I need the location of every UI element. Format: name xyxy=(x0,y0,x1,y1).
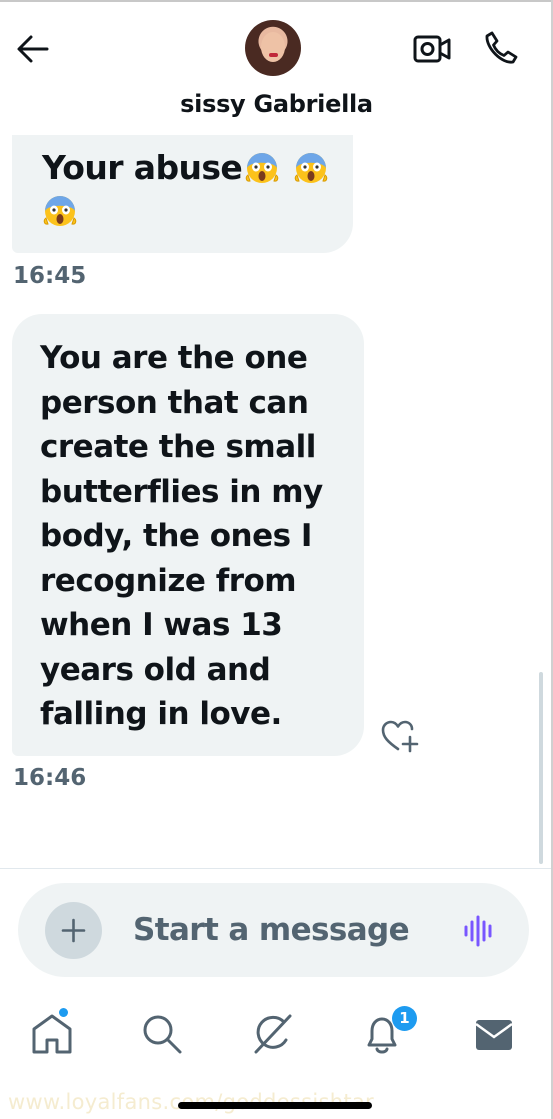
add-media-button[interactable] xyxy=(45,902,102,959)
avatar-lips xyxy=(269,53,278,57)
face-screaming-emoji-icon xyxy=(42,192,78,228)
arrow-left-icon xyxy=(17,35,49,63)
notifications-badge: 1 xyxy=(392,1006,417,1031)
message-bubble[interactable]: You are the one person that can create t… xyxy=(12,314,364,756)
back-button[interactable] xyxy=(14,30,52,68)
unread-dot xyxy=(59,1008,68,1017)
conversation-header: sissy Gabriella xyxy=(0,0,553,135)
search-icon xyxy=(143,1015,182,1054)
scrollbar[interactable] xyxy=(539,672,543,864)
nav-messages[interactable] xyxy=(466,1008,518,1060)
voice-waveform-icon xyxy=(464,915,492,947)
heart-plus-icon xyxy=(381,720,419,753)
add-reaction-button[interactable] xyxy=(380,718,420,754)
video-call-icon xyxy=(413,35,451,63)
message-timestamp: 16:46 xyxy=(13,765,87,791)
home-indicator xyxy=(178,1102,372,1109)
phone-icon xyxy=(485,31,518,64)
message-text-content: Your abuse xyxy=(42,148,243,187)
composer-divider xyxy=(0,868,553,869)
envelope-icon xyxy=(475,1020,513,1050)
nav-home[interactable] xyxy=(26,1008,78,1060)
nav-notifications[interactable]: 1 xyxy=(356,1006,417,1060)
face-screaming-emoji-icon xyxy=(244,149,280,185)
nav-search[interactable] xyxy=(136,1008,188,1060)
message-text: You are the one person that can create t… xyxy=(40,340,323,732)
phone-call-button[interactable] xyxy=(482,29,520,67)
contact-name[interactable]: sissy Gabriella xyxy=(0,90,553,118)
video-call-button[interactable] xyxy=(412,30,452,68)
home-icon xyxy=(32,1014,72,1054)
top-border xyxy=(0,0,553,2)
avatar-face xyxy=(261,32,285,62)
message-composer xyxy=(18,883,529,977)
grok-icon xyxy=(254,1014,292,1054)
plus-icon xyxy=(61,918,86,943)
avatar[interactable] xyxy=(245,20,301,76)
voice-message-button[interactable] xyxy=(462,914,496,948)
message-text: Your abuse xyxy=(42,146,342,232)
face-screaming-emoji-icon xyxy=(293,149,329,185)
message-input[interactable] xyxy=(133,910,433,950)
nav-grok[interactable] xyxy=(246,1008,298,1060)
message-timestamp: 16:45 xyxy=(13,263,87,289)
